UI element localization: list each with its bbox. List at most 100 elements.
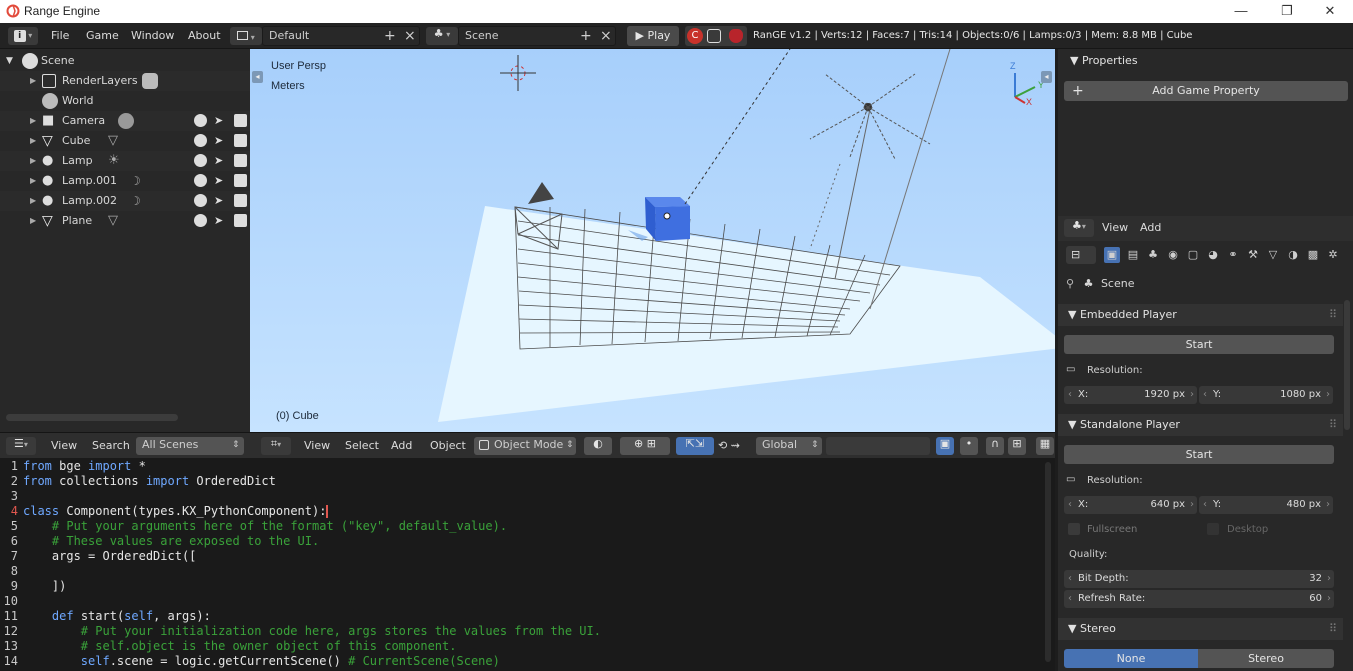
material-tab-icon[interactable]: ◑ bbox=[1285, 247, 1301, 263]
texture-tab-icon[interactable]: ▩ bbox=[1305, 247, 1321, 263]
drag-handle-icon[interactable]: ⠿ bbox=[1329, 618, 1337, 640]
properties-scrollbar[interactable] bbox=[1344, 300, 1350, 430]
render-icon[interactable] bbox=[234, 154, 247, 167]
maximize-button[interactable]: ❐ bbox=[1264, 2, 1310, 22]
cursor-icon[interactable]: ➤ bbox=[214, 154, 227, 167]
constraints-tab-icon[interactable]: ⚭ bbox=[1225, 247, 1241, 263]
world-tab-icon[interactable]: ◉ bbox=[1165, 247, 1181, 263]
viewport-view-menu[interactable]: View bbox=[304, 438, 330, 454]
rotate-icon[interactable]: ⟲ ⇝ bbox=[718, 438, 740, 454]
outliner-scene-row[interactable]: ▼ Scene bbox=[0, 51, 250, 71]
add-scene-button[interactable]: + bbox=[580, 27, 592, 45]
expand-arrow-icon[interactable]: ▶ bbox=[30, 71, 36, 91]
editor-type-button[interactable]: i ▾ bbox=[8, 27, 38, 45]
sidebar-toggle-right[interactable]: ◂ bbox=[1041, 71, 1052, 83]
eye-icon[interactable] bbox=[194, 134, 207, 147]
viewport-select-menu[interactable]: Select bbox=[345, 438, 379, 454]
outliner-row[interactable]: World bbox=[0, 91, 250, 111]
expand-arrow-icon[interactable]: ▶ bbox=[30, 191, 36, 211]
object-mode-select[interactable]: Object Mode ⇕ bbox=[474, 437, 576, 455]
minimize-button[interactable]: — bbox=[1218, 2, 1264, 22]
menu-window[interactable]: Window bbox=[131, 27, 174, 45]
standalone-y-field[interactable]: ‹ Y: 480 px › bbox=[1199, 496, 1333, 514]
props-add-menu[interactable]: Add bbox=[1140, 220, 1161, 236]
cursor-icon[interactable]: ➤ bbox=[214, 174, 227, 187]
outliner-scrollbar[interactable] bbox=[6, 414, 178, 421]
standalone-start-button[interactable]: Start bbox=[1064, 445, 1334, 464]
outliner-view-menu[interactable]: View bbox=[51, 438, 77, 454]
expand-arrow-icon[interactable]: ▶ bbox=[30, 131, 36, 151]
viewport-type-button[interactable]: ⌗▾ bbox=[261, 437, 291, 455]
menu-game[interactable]: Game bbox=[86, 27, 119, 45]
workspace-field[interactable]: Default + × bbox=[262, 26, 420, 46]
add-game-property-button[interactable]: + Add Game Property bbox=[1064, 81, 1348, 101]
properties-type-button[interactable]: ⊟ bbox=[1066, 246, 1096, 264]
data-tab-icon[interactable]: ▽ bbox=[1265, 247, 1281, 263]
outliner-row[interactable]: ▶ ▽ Cube ▽ ➤ bbox=[0, 131, 250, 151]
cursor-icon[interactable]: ➤ bbox=[214, 114, 227, 127]
standalone-x-field[interactable]: ‹ X: 640 px › bbox=[1064, 496, 1197, 514]
pivot-snap-buttons[interactable]: ⊕ ⊞ bbox=[620, 437, 670, 455]
stereo-header[interactable]: ▼ Stereo ⠿ bbox=[1058, 618, 1343, 640]
code-line[interactable]: self.scene = logic.getCurrentScene() # C… bbox=[23, 654, 500, 669]
record-icon[interactable]: C bbox=[687, 28, 703, 44]
eye-icon[interactable] bbox=[194, 194, 207, 207]
viewport-object-menu[interactable]: Object bbox=[430, 438, 466, 454]
proportional-button[interactable]: ⊞ bbox=[1008, 437, 1026, 455]
code-line[interactable]: # self.object is the owner object of thi… bbox=[23, 639, 457, 654]
workspace-icon-button[interactable]: ▾ bbox=[230, 27, 262, 45]
code-line[interactable]: class Component(types.KX_PythonComponent… bbox=[23, 504, 329, 519]
snap-button[interactable]: ∩ bbox=[986, 437, 1004, 455]
pin-icon[interactable]: ⚲ bbox=[1066, 277, 1074, 290]
code-line[interactable]: # Put your arguments here of the format … bbox=[23, 519, 507, 534]
render-icon[interactable] bbox=[234, 114, 247, 127]
menu-file[interactable]: File bbox=[51, 27, 69, 45]
viewport-add-menu[interactable]: Add bbox=[391, 438, 412, 454]
collapse-arrow-icon[interactable]: ▼ bbox=[1068, 622, 1076, 635]
cursor-icon[interactable]: ➤ bbox=[214, 194, 227, 207]
eye-icon[interactable] bbox=[194, 174, 207, 187]
cursor-icon[interactable]: ➤ bbox=[214, 134, 227, 147]
code-line[interactable]: from collections import OrderedDict bbox=[23, 474, 276, 489]
props-view-menu[interactable]: View bbox=[1102, 220, 1128, 236]
fullscreen-checkbox[interactable] bbox=[1068, 523, 1080, 535]
outliner-row[interactable]: ▶ ● Lamp ☀ ➤ bbox=[0, 151, 250, 171]
outliner-row[interactable]: ▶ ▽ Plane ▽ ➤ bbox=[0, 211, 250, 231]
toolbar-toggle-left[interactable]: ◂ bbox=[252, 71, 263, 83]
outliner-row[interactable]: ▶ ■ Camera ➤ bbox=[0, 111, 250, 131]
render-tab-icon[interactable]: ▣ bbox=[1104, 247, 1120, 263]
settings-tab-icon[interactable]: ✲ bbox=[1325, 247, 1341, 263]
layers-tab-icon[interactable]: ▤ bbox=[1125, 247, 1141, 263]
cursor-icon[interactable]: ➤ bbox=[214, 214, 227, 227]
outliner-row[interactable]: ▶ ● Lamp.001 ☽ ➤ bbox=[0, 171, 250, 191]
props-editor-type-button[interactable]: ♣▾ bbox=[1064, 219, 1094, 237]
collapse-arrow-icon[interactable]: ▼ bbox=[1070, 54, 1082, 67]
render-preview-button[interactable]: • bbox=[960, 437, 978, 455]
stereo-stereo-option[interactable]: Stereo bbox=[1198, 649, 1334, 668]
render-icon[interactable] bbox=[234, 214, 247, 227]
standalone-player-header[interactable]: ▼ Standalone Player ⠿ bbox=[1058, 414, 1343, 436]
outliner-search-menu[interactable]: Search bbox=[92, 438, 130, 454]
refresh-rate-field[interactable]: ‹ Refresh Rate: 60 › bbox=[1064, 590, 1334, 608]
physics-tab-icon[interactable]: ◕ bbox=[1205, 247, 1221, 263]
lock-camera-button[interactable]: ▣ bbox=[936, 437, 954, 455]
render-icon[interactable] bbox=[234, 134, 247, 147]
embedded-player-header[interactable]: ▼ Embedded Player ⠿ bbox=[1058, 304, 1343, 326]
menu-about[interactable]: About bbox=[188, 27, 221, 45]
outliner-row[interactable]: ▶ RenderLayers bbox=[0, 71, 250, 91]
scene-icon-button[interactable]: ♣ ▾ bbox=[426, 27, 458, 45]
code-line[interactable]: # These values are exposed to the UI. bbox=[23, 534, 319, 549]
code-line[interactable]: from bge import * bbox=[23, 459, 146, 474]
code-line[interactable]: def start(self, args): bbox=[23, 609, 211, 624]
grid-button[interactable]: ▦ bbox=[1036, 437, 1054, 455]
play-button[interactable]: ▶ Play bbox=[627, 26, 679, 46]
embedded-y-field[interactable]: ‹ Y: 1080 px › bbox=[1199, 386, 1333, 404]
drag-handle-icon[interactable]: ⠿ bbox=[1329, 304, 1337, 326]
stereo-none-option[interactable]: None bbox=[1064, 649, 1198, 668]
modifiers-tab-icon[interactable]: ⚒ bbox=[1245, 247, 1261, 263]
collapse-arrow-icon[interactable]: ▼ bbox=[6, 51, 13, 71]
expand-arrow-icon[interactable]: ▶ bbox=[30, 211, 36, 231]
3d-cursor-icon[interactable] bbox=[500, 55, 536, 91]
close-window-button[interactable]: ✕ bbox=[1307, 2, 1353, 22]
eye-icon[interactable] bbox=[194, 114, 207, 127]
